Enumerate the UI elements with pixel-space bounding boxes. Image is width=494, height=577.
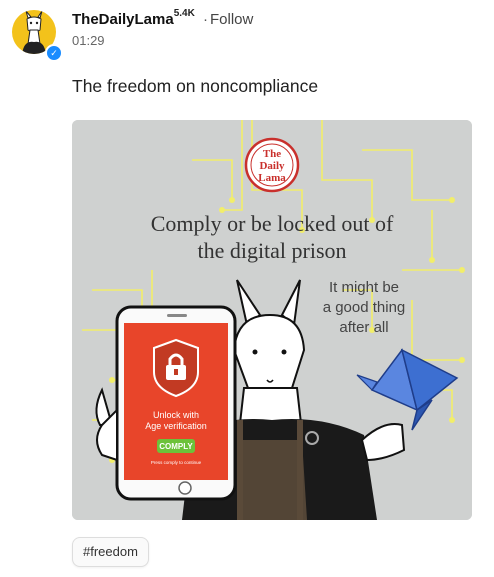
phone: Unlock with Age verification COMPLY Pres… (95, 305, 237, 501)
logo-line-2: Daily (259, 160, 285, 172)
logo-line-1: The (263, 148, 281, 160)
daily-lama-logo: The Daily Lama (244, 137, 300, 193)
post-image[interactable]: The Daily Lama Comply or be locked out o… (72, 120, 472, 520)
follow-button[interactable]: Follow (210, 11, 253, 28)
image-side-text-3: after all (339, 319, 388, 336)
phone-small-text: Press comply to continue (151, 460, 202, 465)
post-time[interactable]: 01:29 (72, 33, 105, 48)
hashtag-freedom[interactable]: #freedom (72, 537, 149, 567)
post-header: ✓ TheDailyLama5.4K · Follow 01:29 (12, 8, 482, 62)
author-name[interactable]: TheDailyLama (72, 11, 174, 28)
phone-text-1: Unlock with (153, 410, 199, 420)
logo-line-3: Lama (258, 172, 286, 184)
image-headline-2: the digital prison (197, 238, 346, 263)
image-headline-1: Comply or be locked out of (151, 211, 394, 236)
comply-button: COMPLY (159, 442, 193, 451)
verified-check-icon: ✓ (45, 44, 63, 62)
post-text: The freedom on noncompliance (72, 76, 319, 96)
image-side-text-2: a good thing (323, 299, 406, 316)
phone-text-2: Age verification (145, 421, 207, 431)
separator-dot: · (203, 11, 209, 28)
image-side-text-1: It might be (329, 279, 399, 296)
follower-count: 5.4K (173, 8, 195, 19)
name-row: TheDailyLama5.4K · Follow (72, 8, 253, 28)
